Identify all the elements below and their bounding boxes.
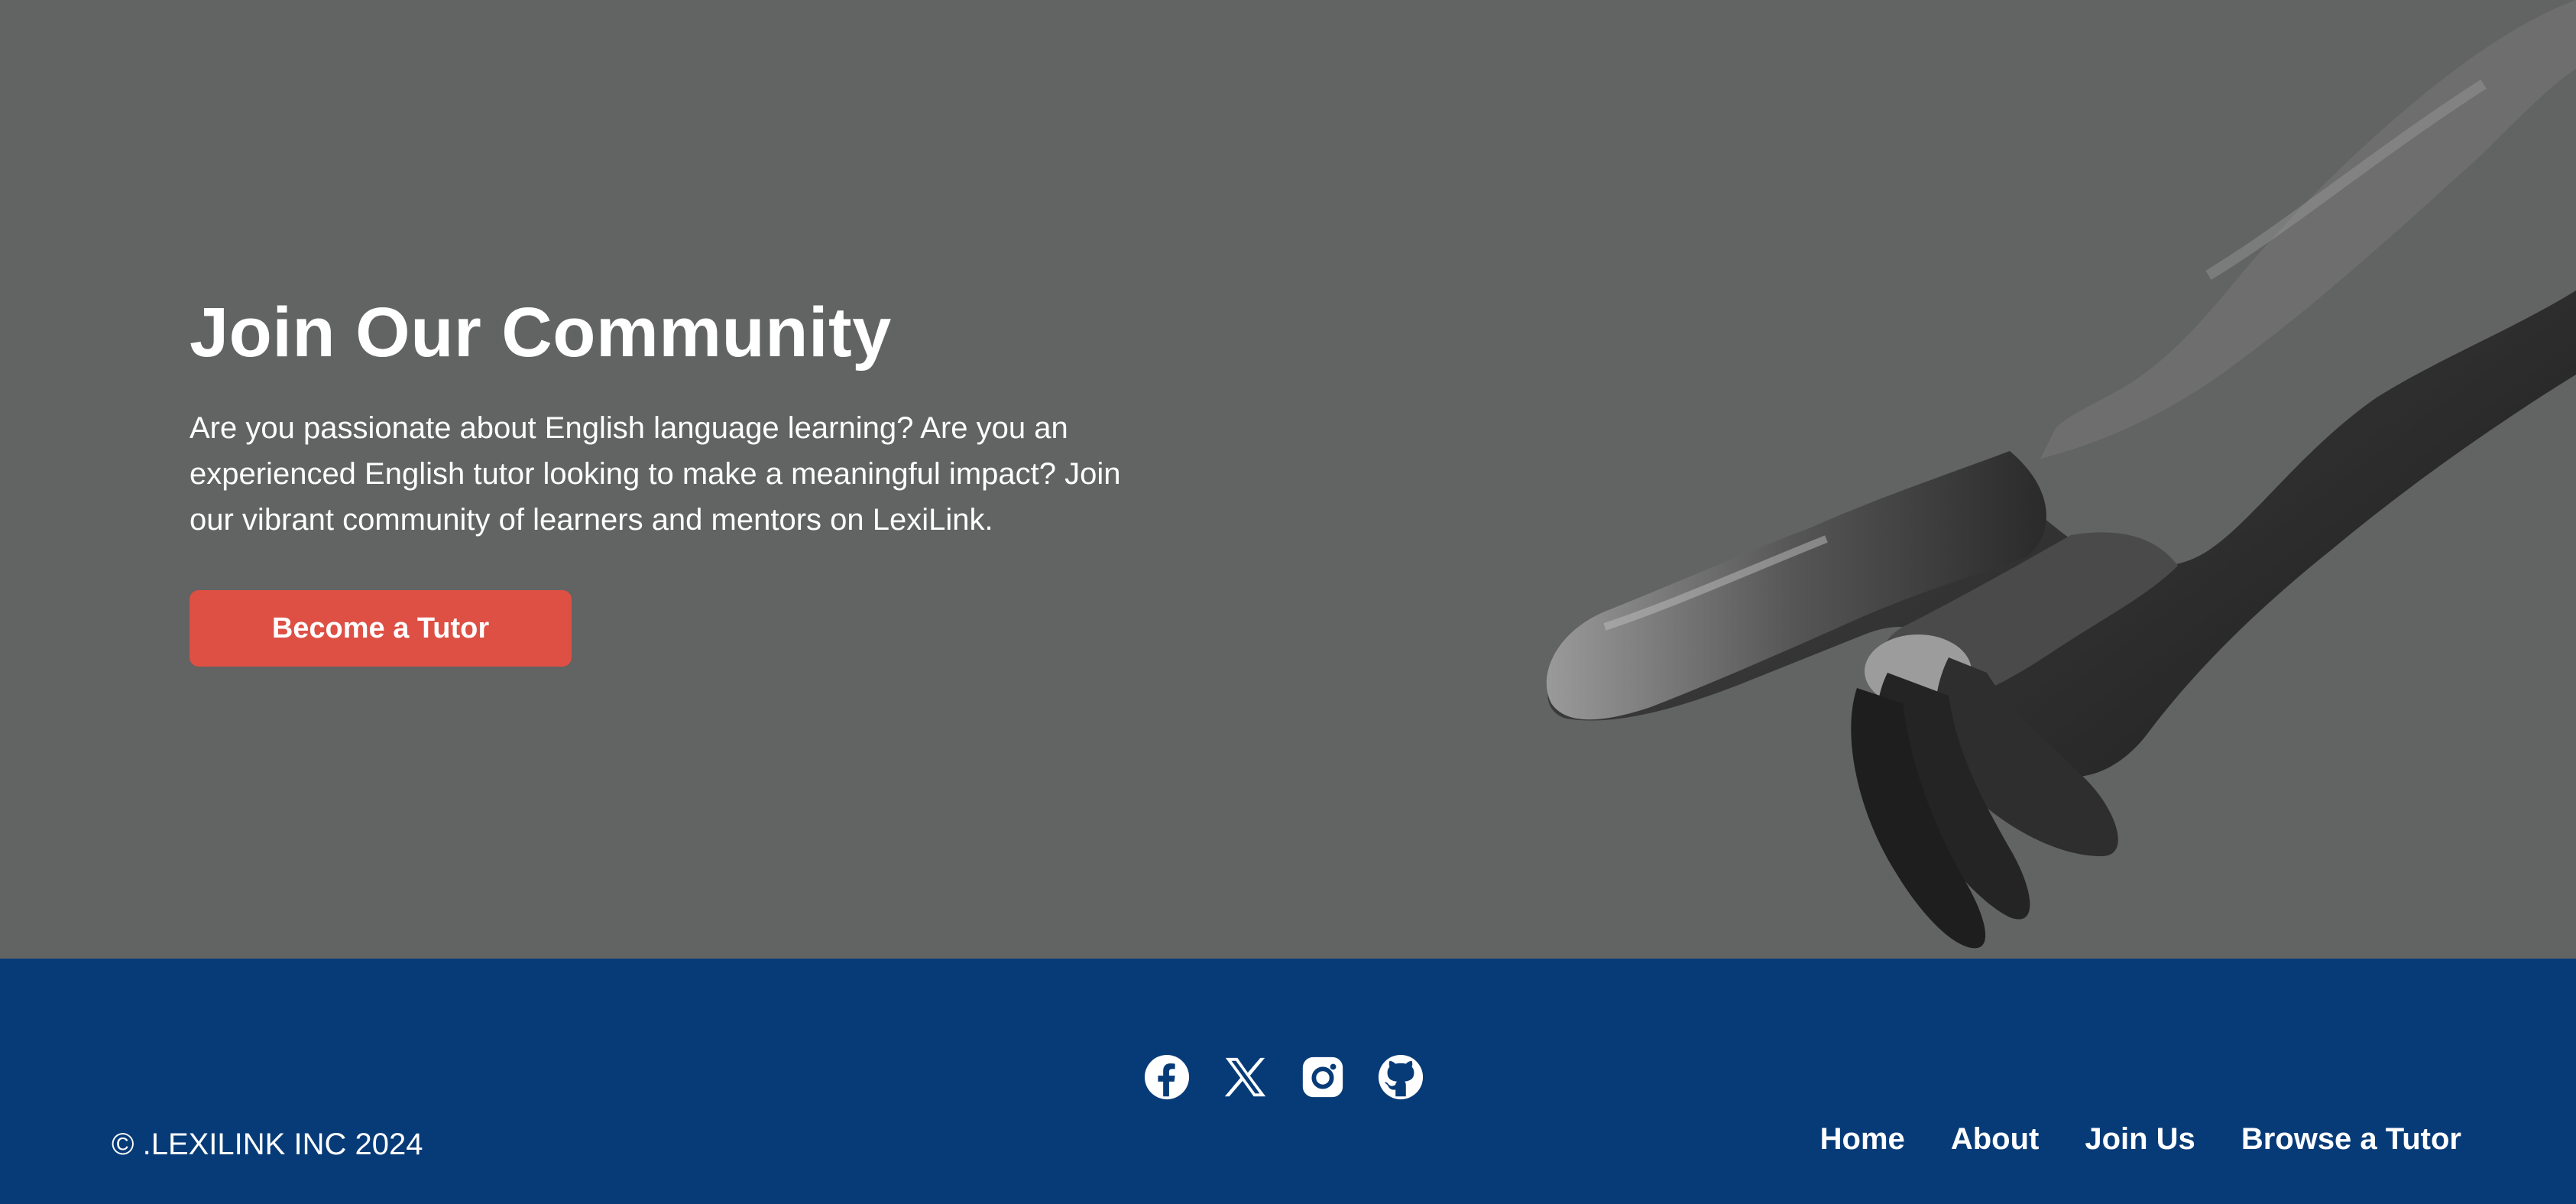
facebook-icon[interactable] [1143,1053,1191,1101]
nav-join-us-link[interactable]: Join Us [2085,1121,2195,1157]
nav-home-link[interactable]: Home [1820,1121,1905,1157]
copyright-text: © .LEXILINK INC 2024 [112,1128,423,1161]
hero-description: Are you passionate about English languag… [190,411,1121,537]
nav-about-link[interactable]: About [1951,1121,2040,1157]
nav-browse-tutor-link[interactable]: Browse a Tutor [2241,1121,2461,1157]
instagram-icon[interactable] [1299,1053,1346,1101]
github-icon[interactable] [1377,1053,1424,1101]
x-icon[interactable] [1221,1053,1269,1101]
footer-nav: Home About Join Us Browse a Tutor [1820,1121,2461,1157]
hero-title: Join Our Community [190,294,892,372]
hero-section: Join Our Community Are you passionate ab… [0,0,2576,959]
pointing-hand-image [1546,0,2576,949]
become-tutor-button[interactable]: Become a Tutor [190,590,572,667]
social-links [1143,1052,1424,1102]
